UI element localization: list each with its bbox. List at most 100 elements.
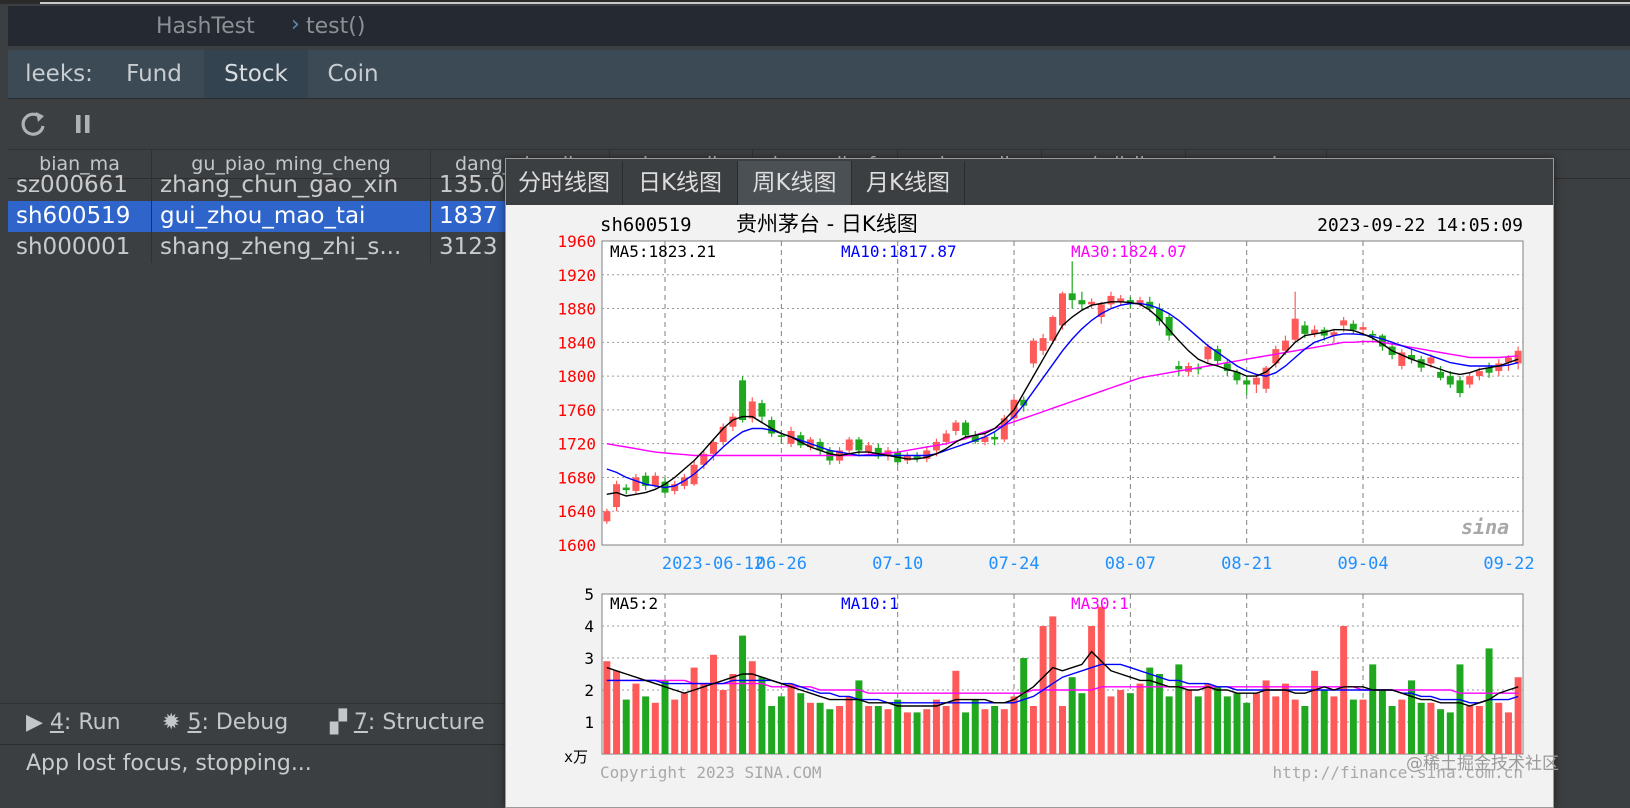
volume-bar: [942, 706, 950, 754]
vol-legend-ma30: MA30:1: [1071, 594, 1129, 613]
volume-bar: [622, 699, 630, 754]
volume-bar: [845, 696, 853, 754]
volume-bar: [661, 680, 669, 754]
volume-bar: [1291, 699, 1299, 754]
leeks-tab-bar: leeks: Fund Stock Coin: [8, 50, 1630, 99]
volume-bar: [680, 693, 688, 754]
copyright-text: Copyright 2023 SINA.COM: [600, 763, 822, 782]
volume-bar: [1117, 690, 1125, 754]
chart-timestamp: 2023-09-22 14:05:09: [1317, 215, 1523, 236]
volume-bar: [932, 699, 940, 754]
volume-bar: [874, 706, 882, 754]
candle-body: [603, 511, 611, 522]
vol-y-tick-label: 5: [584, 585, 594, 604]
tab-weekly-k[interactable]: 周K线图: [738, 161, 852, 205]
breadcrumb-class[interactable]: HashTest: [156, 14, 255, 39]
breadcrumb-method[interactable]: test(): [306, 14, 365, 39]
candle-body: [1437, 371, 1445, 378]
volume-bar: [768, 706, 776, 754]
volume-bar: [991, 706, 999, 754]
candle-body: [1466, 376, 1474, 385]
volume-bar: [1272, 696, 1280, 754]
volume-bar: [613, 670, 621, 754]
vol-y-tick-label: 4: [584, 617, 594, 636]
x-tick-label: 08-07: [1105, 554, 1156, 574]
volume-bar: [1194, 696, 1202, 754]
cell-code: sh600519: [8, 201, 152, 232]
kline-popup: 分时线图 日K线图 周K线图 月K线图 1600 1640 1680 1720 1760…: [505, 158, 1554, 808]
tab-fund[interactable]: Fund: [104, 50, 204, 98]
run-tool-button[interactable]: ▶ 4: Run: [26, 710, 121, 735]
volume-bar: [739, 635, 747, 754]
debug-tool-button[interactable]: ✹ 5: Debug: [162, 710, 288, 735]
chart-symbol: sh600519: [600, 214, 692, 236]
volume-bar: [1369, 664, 1377, 754]
cell-name: zhang_chun_gao_xin: [152, 170, 431, 201]
candle-body: [865, 445, 873, 453]
volume-bar: [816, 702, 824, 754]
pause-icon[interactable]: [66, 107, 100, 141]
candle-body: [1262, 367, 1270, 389]
volume-bar: [962, 712, 970, 754]
x-tick-label: 06-26: [756, 554, 807, 574]
candle-body: [1456, 380, 1464, 393]
volume-bar: [1010, 696, 1018, 754]
chart-title: 贵州茅台 - 日K线图: [736, 212, 918, 236]
x-tick-label: 08-21: [1221, 554, 1272, 574]
cell-code: sh000001: [8, 232, 152, 263]
volume-bar: [913, 712, 921, 754]
structure-icon: ▞: [330, 710, 347, 735]
legend-ma30: MA30:1824.07: [1071, 242, 1187, 261]
candle-body: [1088, 301, 1096, 305]
volume-bar: [971, 699, 979, 754]
candle-body: [739, 380, 747, 421]
structure-key: 7: [353, 710, 368, 735]
vol-y-tick-label: 1: [584, 713, 594, 732]
candle-body: [1029, 340, 1037, 364]
volume-bar: [1000, 709, 1008, 754]
volume-bar: [642, 696, 650, 754]
volume-bar: [1059, 706, 1066, 754]
volume-bar: [1281, 683, 1289, 754]
tabs-prefix-label: leeks:: [25, 61, 93, 87]
refresh-icon[interactable]: [16, 107, 50, 141]
volume-bar: [1243, 702, 1251, 754]
candle-body: [709, 441, 717, 454]
run-label: : Run: [63, 710, 121, 735]
table-row-selected[interactable]: sh600519 gui_zhou_mao_tai 1837: [8, 201, 531, 232]
structure-tool-button[interactable]: ▞ 7: Structure: [330, 710, 485, 735]
volume-bar: [1301, 706, 1309, 754]
tab-coin[interactable]: Coin: [308, 50, 398, 98]
cell-name: gui_zhou_mao_tai: [152, 201, 431, 232]
volume-bar: [729, 674, 737, 754]
volume-bar: [1029, 706, 1037, 754]
y-tick-label: 1800: [557, 367, 596, 386]
y-tick-label: 1720: [557, 435, 596, 454]
volume-bar: [671, 699, 679, 754]
cell-code: sz000661: [8, 170, 152, 201]
tab-monthly-k[interactable]: 月K线图: [852, 161, 965, 205]
tab-stock[interactable]: Stock: [204, 50, 308, 98]
volume-bar: [1408, 680, 1416, 754]
volume-unit-label: x万: [564, 748, 588, 766]
x-tick-label: 07-10: [872, 554, 923, 574]
vol-y-tick-label: 2: [584, 681, 594, 700]
toolbar: [8, 99, 1630, 150]
volume-bar: [1175, 664, 1183, 754]
tab-daily-k[interactable]: 日K线图: [623, 161, 738, 205]
y-tick-label: 1960: [557, 232, 596, 251]
candle-body: [1349, 323, 1357, 330]
chevron-right-icon: ›: [291, 12, 300, 37]
watermark-text: @稀土掘金技术社区: [1406, 754, 1559, 774]
volume-bar: [1514, 677, 1522, 754]
candle-body: [1446, 376, 1454, 385]
candle-body: [942, 433, 950, 442]
candle-body: [622, 487, 630, 491]
vol-legend-ma5: MA5:2: [610, 594, 658, 613]
y-tick-label: 1640: [557, 502, 596, 521]
table-row[interactable]: sh000001 shang_zheng_zhi_s... 3123: [8, 232, 531, 263]
volume-bar: [836, 706, 844, 754]
candle-body: [1301, 325, 1309, 334]
tab-intraday[interactable]: 分时线图: [506, 161, 623, 205]
table-row[interactable]: sz000661 zhang_chun_gao_xin 135.0: [8, 170, 531, 201]
